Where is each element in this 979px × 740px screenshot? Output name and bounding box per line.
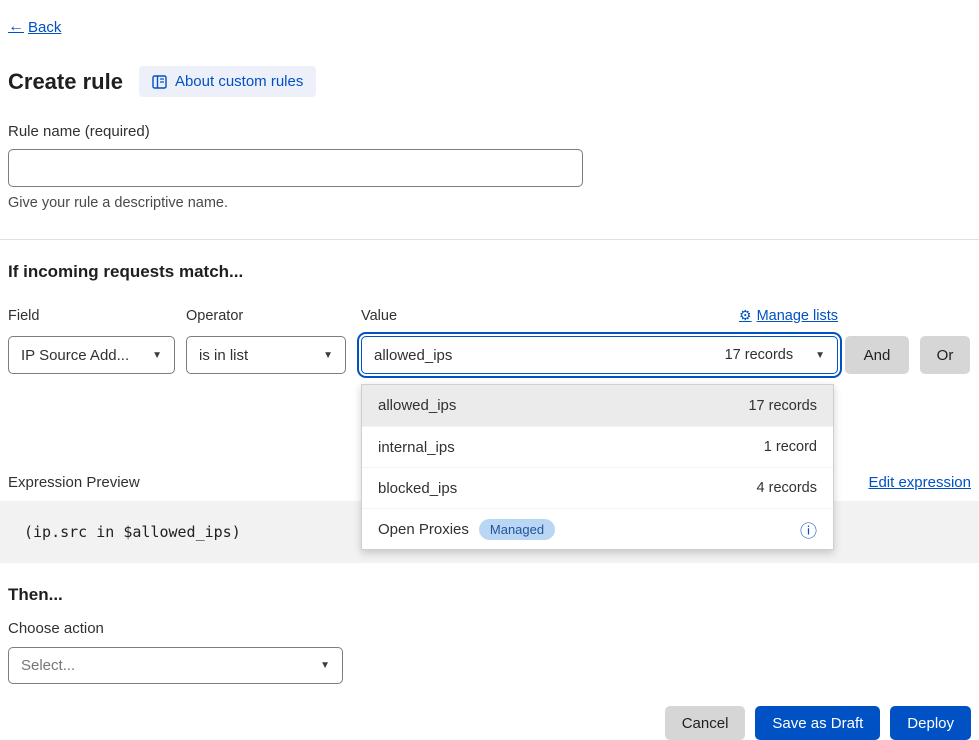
field-select-value: IP Source Add... bbox=[21, 347, 129, 364]
list-record-count: 1 record bbox=[764, 439, 817, 455]
value-select-value: allowed_ips bbox=[374, 347, 452, 364]
back-arrow-icon: ← bbox=[8, 18, 24, 36]
chevron-down-icon: ▼ bbox=[805, 350, 825, 361]
save-as-draft-button[interactable]: Save as Draft bbox=[755, 706, 880, 740]
edit-expression-link[interactable]: Edit expression bbox=[868, 474, 971, 491]
expression-preview-label: Expression Preview bbox=[8, 474, 140, 491]
gear-icon: ⚙ bbox=[739, 307, 752, 324]
and-button[interactable]: And bbox=[845, 336, 909, 374]
match-heading: If incoming requests match... bbox=[8, 262, 979, 282]
rule-name-label: Rule name (required) bbox=[8, 123, 979, 140]
section-divider bbox=[0, 239, 979, 240]
about-custom-rules-label: About custom rules bbox=[175, 73, 303, 90]
list-name: blocked_ips bbox=[378, 480, 457, 497]
page-title: Create rule bbox=[8, 69, 123, 95]
then-heading: Then... bbox=[8, 585, 979, 605]
chevron-down-icon: ▼ bbox=[142, 350, 162, 361]
operator-select-value: is in list bbox=[199, 347, 248, 364]
dropdown-item-allowed-ips[interactable]: allowed_ips 17 records bbox=[362, 385, 833, 426]
dropdown-item-blocked-ips[interactable]: blocked_ips 4 records bbox=[362, 467, 833, 508]
action-select-placeholder: Select... bbox=[21, 657, 75, 674]
about-custom-rules-link[interactable]: About custom rules bbox=[139, 66, 316, 97]
list-name: internal_ips bbox=[378, 439, 455, 456]
create-rule-page: ← Back Create rule About custom rules Ru… bbox=[0, 0, 979, 739]
chevron-down-icon: ▼ bbox=[310, 660, 330, 671]
value-dropdown-menu: allowed_ips 17 records internal_ips 1 re… bbox=[361, 384, 834, 550]
list-name: Open Proxies bbox=[378, 521, 469, 538]
dropdown-item-open-proxies[interactable]: Open Proxies Managed ⓘ bbox=[362, 508, 833, 549]
value-label: Value bbox=[361, 308, 739, 324]
expression-code: (ip.src in $allowed_ips) bbox=[24, 523, 241, 541]
chevron-down-icon: ▼ bbox=[313, 350, 333, 361]
manage-lists-label: Manage lists bbox=[757, 308, 838, 324]
manage-lists-link[interactable]: ⚙ Manage lists bbox=[739, 307, 838, 324]
action-select[interactable]: Select... ▼ bbox=[8, 647, 343, 684]
info-icon[interactable]: ⓘ bbox=[800, 517, 817, 542]
match-labels-row: Field Operator Value ⚙ Manage lists bbox=[8, 307, 838, 324]
field-label: Field bbox=[8, 308, 186, 324]
value-select[interactable]: allowed_ips 17 records ▼ bbox=[361, 336, 838, 374]
back-link[interactable]: ← Back bbox=[8, 18, 61, 36]
choose-action-label: Choose action bbox=[8, 620, 979, 637]
back-label: Back bbox=[28, 19, 61, 36]
match-selects-row: IP Source Add... ▼ is in list ▼ allowed_… bbox=[8, 336, 979, 374]
rule-name-input[interactable] bbox=[8, 149, 583, 187]
book-icon bbox=[152, 75, 167, 89]
cancel-button[interactable]: Cancel bbox=[665, 706, 746, 740]
list-record-count: 17 records bbox=[748, 398, 817, 414]
deploy-button[interactable]: Deploy bbox=[890, 706, 971, 740]
list-name: allowed_ips bbox=[378, 397, 456, 414]
operator-label: Operator bbox=[186, 308, 361, 324]
managed-badge: Managed bbox=[479, 519, 555, 540]
rule-name-help: Give your rule a descriptive name. bbox=[8, 195, 979, 211]
value-select-record-count: 17 records bbox=[725, 347, 794, 363]
or-button[interactable]: Or bbox=[920, 336, 970, 374]
dropdown-item-internal-ips[interactable]: internal_ips 1 record bbox=[362, 426, 833, 467]
footer-actions: Cancel Save as Draft Deploy bbox=[0, 706, 971, 740]
title-row: Create rule About custom rules bbox=[8, 66, 979, 97]
list-record-count: 4 records bbox=[757, 480, 817, 496]
field-select[interactable]: IP Source Add... ▼ bbox=[8, 336, 175, 374]
operator-select[interactable]: is in list ▼ bbox=[186, 336, 346, 374]
